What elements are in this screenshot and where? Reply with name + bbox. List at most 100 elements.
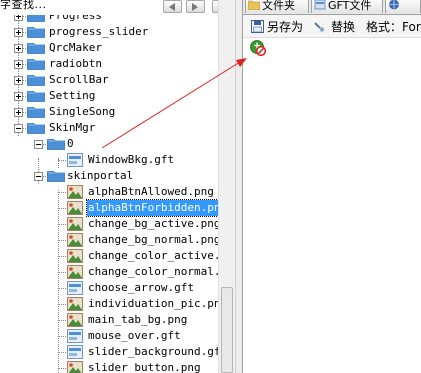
format-label[interactable]: 格式：For (366, 18, 421, 36)
folder-icon (47, 170, 65, 182)
tree-item-label: Setting (49, 89, 96, 102)
scrollbar-thumb[interactable] (221, 287, 233, 373)
tree-folder-row[interactable]: Setting (0, 88, 218, 104)
folder-icon (27, 106, 45, 118)
tree-file-row[interactable]: slider_button.png (0, 360, 218, 373)
tree-file-row[interactable]: choose_arrow.gft (0, 280, 218, 296)
tree-item-label: change_color_normal.png (88, 265, 218, 278)
gft-file-icon (67, 153, 83, 167)
tree-item-label: change_bg_normal.png (88, 233, 218, 246)
tree-file-row[interactable]: change_bg_active.png (0, 216, 218, 232)
folder-icon (27, 74, 45, 86)
expand-icon[interactable] (14, 92, 23, 101)
tree-scrollbar[interactable] (218, 0, 236, 373)
folder-icon (47, 138, 65, 150)
tree-item-label: SkinMgr (49, 121, 96, 134)
replace-icon (314, 22, 325, 32)
tree-file-row[interactable]: mouse_over.gft (0, 328, 218, 344)
png-image-icon (67, 313, 83, 327)
gft-file-icon (67, 281, 83, 295)
tab-folder[interactable]: 文件夹 (245, 0, 309, 13)
replace-button[interactable]: 替换 (331, 18, 355, 36)
pane-splitter[interactable] (235, 0, 243, 373)
tree-file-row[interactable]: change_color_active.png (0, 248, 218, 264)
tree-file-row[interactable]: change_color_normal.png (0, 264, 218, 280)
tree-item-label: alphaBtnAllowed.png (88, 185, 214, 198)
tree-folder-row[interactable]: SkinMgr (0, 120, 218, 136)
nav-forward-button[interactable] (186, 0, 205, 13)
tab-label: GFT文件 (328, 0, 372, 12)
tree-item-label: slider_background.gft (88, 345, 218, 358)
tree-folder-row[interactable]: skinportal (0, 168, 218, 184)
preview-pane: 文件夹 GFT文件 另存为 替换 格式：For (243, 0, 421, 373)
tree-file-row[interactable]: main_tab_bg.png (0, 312, 218, 328)
png-image-icon (67, 265, 83, 279)
tree-item-label: SingleSong (49, 105, 116, 118)
save-icon (251, 20, 264, 33)
globe-icon (389, 0, 399, 10)
save-as-button[interactable]: 另存为 (267, 18, 303, 36)
folder-icon (27, 42, 45, 54)
tree-item-label: progress_slider (49, 25, 149, 38)
folder-icon (27, 26, 45, 38)
folder-icon (27, 58, 45, 70)
forbidden-button-preview-icon (250, 40, 266, 56)
expand-icon[interactable] (14, 28, 23, 37)
tree-file-row[interactable]: alphaBtnAllowed.png (0, 184, 218, 200)
expand-icon[interactable] (14, 76, 23, 85)
png-image-icon (67, 217, 83, 231)
tree-file-row[interactable]: WindowBkg.gft (0, 152, 218, 168)
tree-item-label: radiobtn (49, 57, 102, 70)
tab-globe[interactable] (385, 0, 421, 13)
folder-icon (27, 122, 45, 134)
tree-item-label: main_tab_bg.png (88, 313, 188, 326)
gft-file-icon (67, 329, 83, 343)
image-preview-canvas (243, 38, 421, 373)
collapse-icon[interactable] (14, 124, 23, 133)
tree-folder-row[interactable]: QrcMaker (0, 40, 218, 56)
png-image-icon (67, 249, 83, 263)
tree-item-label: change_color_active.png (88, 249, 218, 262)
expand-icon[interactable] (14, 44, 23, 53)
tree-header: 字查找... (0, 0, 240, 15)
search-label[interactable]: 字查找... (0, 0, 47, 12)
png-image-icon (67, 361, 83, 373)
png-image-icon (67, 233, 83, 247)
tree-item-label: QrcMaker (49, 41, 102, 54)
preview-toolbar: 另存为 替换 格式：For (243, 15, 421, 38)
collapse-icon[interactable] (34, 140, 43, 149)
tree-file-row[interactable]: individuation_pic.png (0, 296, 218, 312)
tab-bar: 文件夹 GFT文件 (243, 0, 421, 15)
tree-folder-row[interactable]: progress_slider (0, 24, 218, 40)
tab-gft-file[interactable]: GFT文件 (311, 0, 383, 13)
nav-back-button[interactable] (163, 0, 182, 13)
png-image-icon (67, 297, 83, 311)
tree-file-row[interactable]: alphaBtnForbidden.png (0, 199, 218, 217)
tab-label: 文件夹 (262, 0, 295, 12)
tree-folder-row[interactable]: SingleSong (0, 104, 218, 120)
png-image-icon (67, 185, 83, 199)
expand-icon[interactable] (14, 108, 23, 117)
expand-icon[interactable] (14, 60, 23, 69)
tree-item-label: change_bg_active.png (88, 217, 218, 230)
tree-item-label: mouse_over.gft (88, 329, 181, 342)
tree-item-label: WindowBkg.gft (88, 153, 175, 166)
tree-item-label: choose_arrow.gft (88, 281, 194, 294)
file-tree[interactable]: Progress progress_slider QrcMaker radiobtn S… (0, 0, 218, 373)
folder-icon (248, 0, 260, 10)
tree-item-label: skinportal (67, 169, 134, 182)
tree-file-row[interactable]: slider_background.gft (0, 344, 218, 360)
tree-item-label: alphaBtnForbidden.png (85, 199, 218, 217)
gft-file-icon (67, 345, 83, 359)
gft-file-icon (314, 0, 326, 10)
tree-item-label: 0 (67, 137, 74, 150)
tree-folder-row[interactable]: ScrollBar (0, 72, 218, 88)
chevron-left-icon (169, 3, 175, 11)
tree-item-label: slider_button.png (88, 361, 201, 373)
tree-file-row[interactable]: change_bg_normal.png (0, 232, 218, 248)
tree-folder-row[interactable]: 0 (0, 136, 218, 152)
tree-folder-row[interactable]: radiobtn (0, 56, 218, 72)
collapse-icon[interactable] (34, 172, 43, 181)
tree-item-label: ScrollBar (49, 73, 109, 86)
chevron-right-icon (192, 3, 198, 11)
